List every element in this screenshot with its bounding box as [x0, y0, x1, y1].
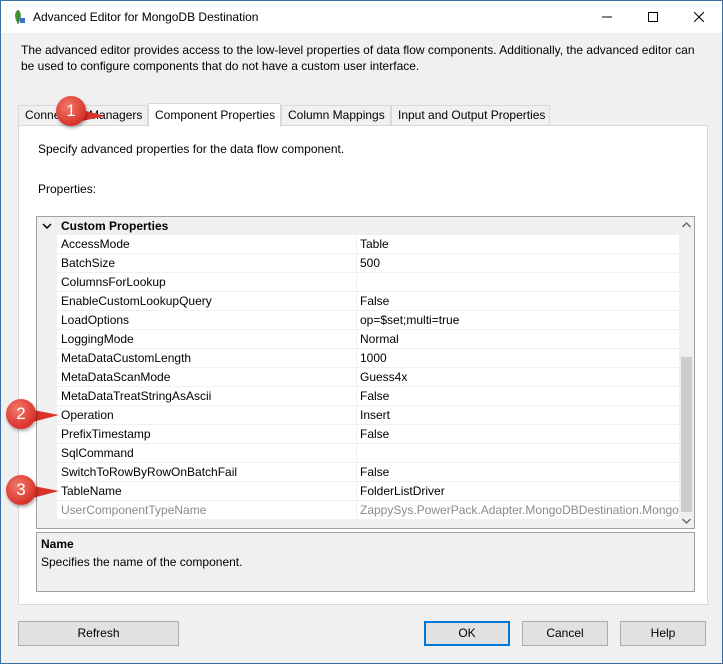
property-grid[interactable]: Custom Properties AccessMode Table BatchS…	[36, 216, 695, 529]
property-row-metadatascanmode[interactable]: MetaDataScanMode Guess4x	[37, 368, 679, 387]
help-title: Name	[41, 537, 74, 551]
property-name: PrefixTimestamp	[57, 425, 357, 444]
property-row-loggingmode[interactable]: LoggingMode Normal	[37, 330, 679, 349]
property-grid-rows: Custom Properties AccessMode Table BatchS…	[37, 217, 679, 528]
property-name: MetaDataTreatStringAsAscii	[57, 387, 357, 406]
property-value[interactable]: Table	[357, 235, 679, 254]
property-value[interactable]: 500	[357, 254, 679, 273]
maximize-button[interactable]	[630, 1, 676, 33]
property-value[interactable]: Guess4x	[357, 368, 679, 387]
refresh-button[interactable]: Refresh	[18, 621, 179, 646]
ok-button[interactable]: OK	[424, 621, 510, 646]
tab-input-output-properties[interactable]: Input and Output Properties	[391, 105, 550, 126]
property-row-accessmode[interactable]: AccessMode Table	[37, 235, 679, 254]
property-value[interactable]: Insert	[357, 406, 679, 425]
property-row-operation[interactable]: Operation Insert	[37, 406, 679, 425]
property-value[interactable]: 1000	[357, 349, 679, 368]
property-value[interactable]: FolderListDriver	[357, 482, 679, 501]
property-row-usercomponenttypename[interactable]: UserComponentTypeName ZappySys.PowerPack.…	[37, 501, 679, 520]
scroll-up-icon[interactable]	[679, 217, 694, 232]
minimize-icon	[602, 16, 612, 18]
property-name: UserComponentTypeName	[57, 501, 357, 520]
property-row-prefixtimestamp[interactable]: PrefixTimestamp False	[37, 425, 679, 444]
close-icon	[694, 12, 704, 22]
properties-label: Properties:	[38, 182, 97, 196]
row-gutter	[37, 444, 57, 463]
component-properties-page: Specify advanced properties for the data…	[18, 125, 708, 605]
property-value[interactable]	[357, 273, 679, 292]
property-value[interactable]: False	[357, 292, 679, 311]
property-row-tablename[interactable]: TableName FolderListDriver	[37, 482, 679, 501]
property-name: BatchSize	[57, 254, 357, 273]
category-row[interactable]: Custom Properties	[37, 217, 679, 235]
property-row-columnsforlookup[interactable]: ColumnsForLookup	[37, 273, 679, 292]
property-name: ColumnsForLookup	[57, 273, 357, 292]
property-value[interactable]: False	[357, 425, 679, 444]
tab-description: Specify advanced properties for the data…	[38, 142, 345, 156]
scroll-down-icon[interactable]	[679, 513, 694, 528]
row-gutter	[37, 387, 57, 406]
window-title: Advanced Editor for MongoDB Destination	[33, 10, 259, 24]
close-button[interactable]	[676, 1, 722, 33]
row-gutter	[37, 311, 57, 330]
help-text: Specifies the name of the component.	[41, 555, 243, 569]
property-row-metadatacustomlength[interactable]: MetaDataCustomLength 1000	[37, 349, 679, 368]
row-gutter	[37, 349, 57, 368]
property-value[interactable]: False	[357, 463, 679, 482]
chevron-down-icon[interactable]	[41, 217, 53, 235]
property-name: LoggingMode	[57, 330, 357, 349]
category-label: Custom Properties	[61, 219, 169, 233]
property-value[interactable]: False	[357, 387, 679, 406]
property-value[interactable]: Normal	[357, 330, 679, 349]
row-gutter	[37, 368, 57, 387]
property-row-metadatatreatstringasascii[interactable]: MetaDataTreatStringAsAscii False	[37, 387, 679, 406]
property-row-enablecustomlookupquery[interactable]: EnableCustomLookupQuery False	[37, 292, 679, 311]
property-row-sqlcommand[interactable]: SqlCommand	[37, 444, 679, 463]
property-row-switchtorowbyrowonbatchfail[interactable]: SwitchToRowByRowOnBatchFail False	[37, 463, 679, 482]
row-gutter	[37, 254, 57, 273]
property-name: AccessMode	[57, 235, 357, 254]
callout-badge-3: 3	[6, 475, 36, 505]
cancel-button[interactable]: Cancel	[522, 621, 608, 646]
property-name: Operation	[57, 406, 357, 425]
property-row-loadoptions[interactable]: LoadOptions op=$set;multi=true	[37, 311, 679, 330]
callout-badge-1: 1	[56, 96, 86, 126]
tab-component-properties[interactable]: Component Properties	[148, 103, 281, 127]
property-row-batchsize[interactable]: BatchSize 500	[37, 254, 679, 273]
row-gutter	[37, 273, 57, 292]
maximize-icon	[648, 12, 658, 22]
property-value: ZappySys.PowerPack.Adapter.MongoDBDestin…	[357, 501, 679, 520]
property-name: MetaDataScanMode	[57, 368, 357, 387]
property-value[interactable]	[357, 444, 679, 463]
tab-column-mappings[interactable]: Column Mappings	[281, 105, 391, 126]
row-gutter	[37, 330, 57, 349]
minimize-button[interactable]	[584, 1, 630, 33]
row-gutter	[37, 235, 57, 254]
property-name: TableName	[57, 482, 357, 501]
grid-scrollbar[interactable]	[679, 217, 694, 528]
row-gutter	[37, 463, 57, 482]
title-bar: Advanced Editor for MongoDB Destination	[1, 1, 722, 33]
property-name: SqlCommand	[57, 444, 357, 463]
advanced-editor-window: Advanced Editor for MongoDB Destination …	[0, 0, 723, 664]
callout-badge-2: 2	[6, 399, 36, 429]
property-name: SwitchToRowByRowOnBatchFail	[57, 463, 357, 482]
property-name: LoadOptions	[57, 311, 357, 330]
property-name: EnableCustomLookupQuery	[57, 292, 357, 311]
editor-description: The advanced editor provides access to t…	[21, 43, 695, 73]
scroll-thumb[interactable]	[681, 357, 692, 512]
help-button[interactable]: Help	[620, 621, 706, 646]
row-gutter	[37, 292, 57, 311]
property-name: MetaDataCustomLength	[57, 349, 357, 368]
property-help-panel: Name Specifies the name of the component…	[36, 532, 695, 592]
property-value[interactable]: op=$set;multi=true	[357, 311, 679, 330]
ssis-component-icon	[10, 9, 26, 25]
